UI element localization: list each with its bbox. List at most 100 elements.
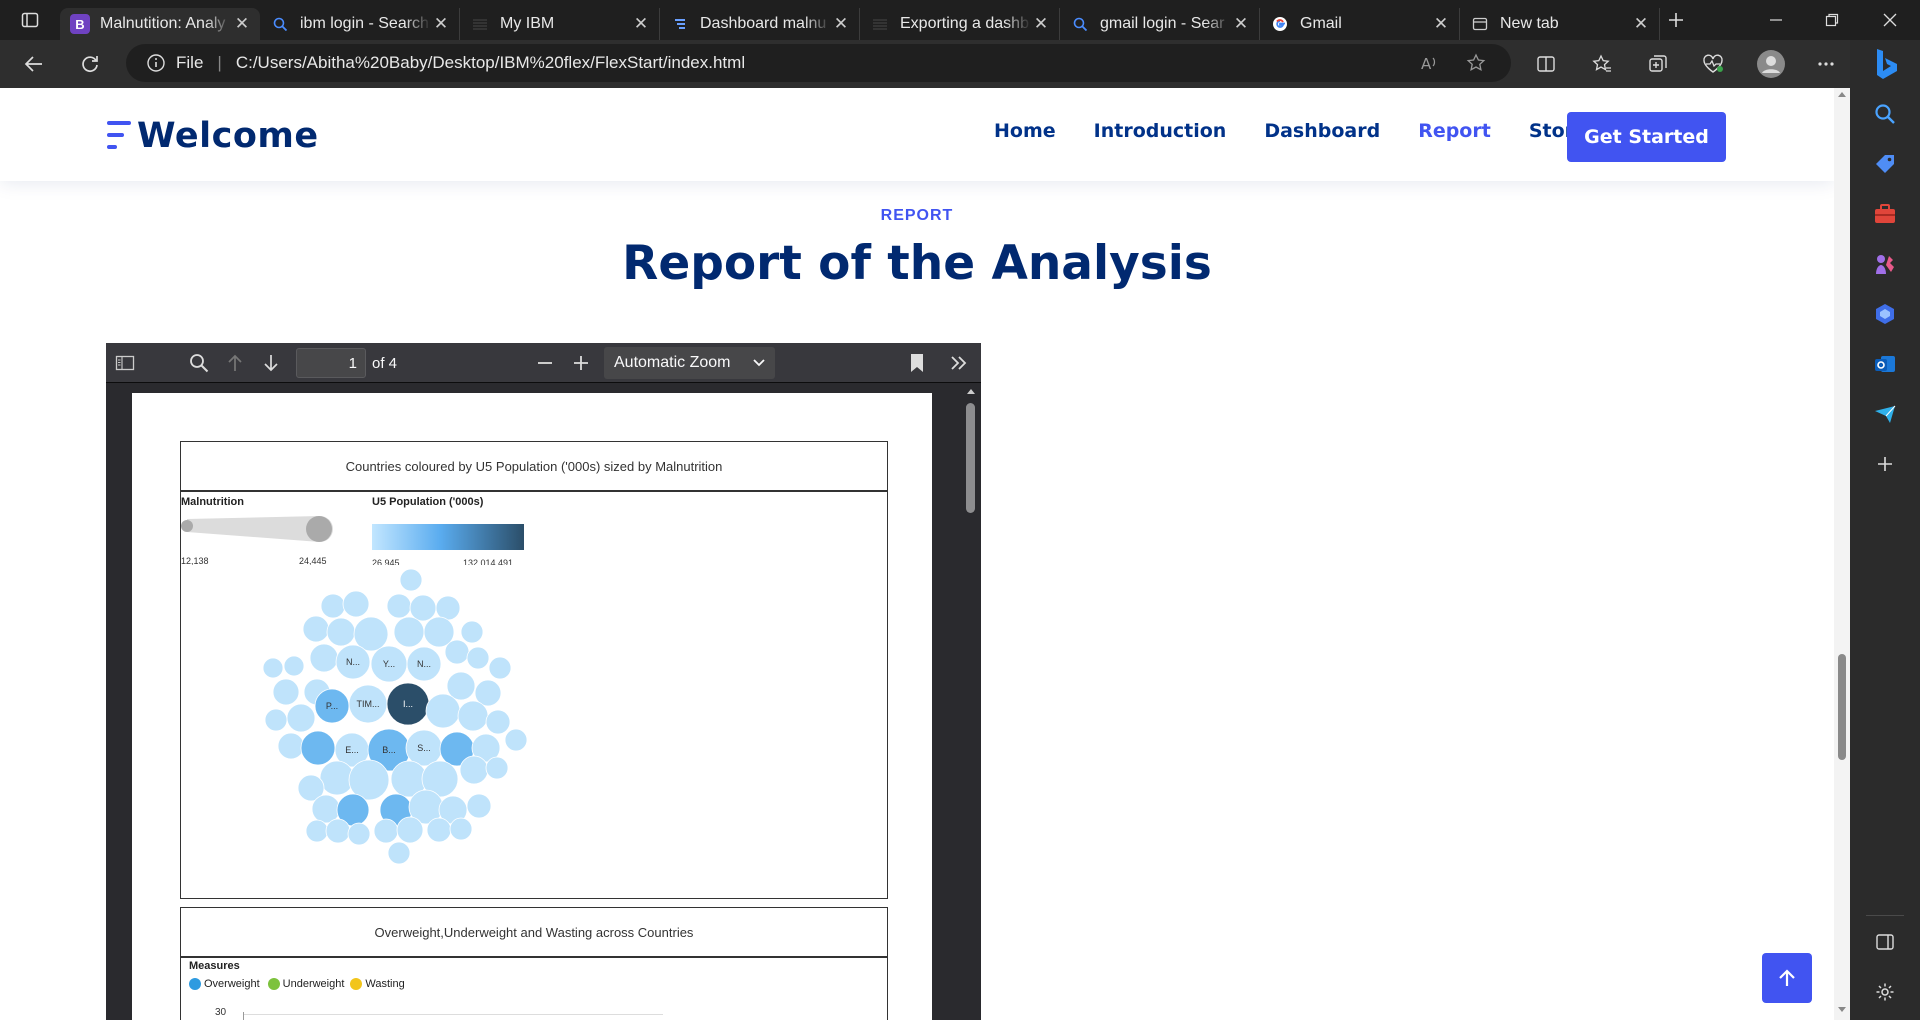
browser-essentials-icon[interactable] <box>1699 50 1727 78</box>
close-tab-icon[interactable]: ✕ <box>831 14 851 34</box>
add-sidebar-app-icon[interactable] <box>1871 450 1899 478</box>
games-icon[interactable] <box>1871 250 1899 278</box>
country-bubble[interactable] <box>485 709 511 735</box>
read-aloud-icon[interactable]: A <box>1416 49 1444 77</box>
country-bubble[interactable] <box>309 643 339 673</box>
close-tab-icon[interactable]: ✕ <box>1231 14 1251 34</box>
zoom-out-icon[interactable] <box>532 350 558 376</box>
close-tab-icon[interactable]: ✕ <box>1631 14 1651 34</box>
browser-tab[interactable]: gmail login - Sear ✕ <box>1060 8 1260 40</box>
collections-icon[interactable] <box>1644 50 1672 78</box>
page-scroll-down-icon[interactable] <box>1837 1006 1847 1014</box>
scroll-up-arrow-icon[interactable] <box>966 387 976 395</box>
country-bubble[interactable] <box>466 793 492 819</box>
site-logo[interactable]: Welcome <box>105 116 319 156</box>
favorites-icon[interactable] <box>1588 50 1616 78</box>
country-bubble[interactable] <box>283 655 305 677</box>
bubble-chart[interactable]: N... Y... N... P... TIM... I... E... B... S... <box>181 566 886 898</box>
country-bubble[interactable] <box>444 639 470 665</box>
country-bubble[interactable] <box>347 822 371 846</box>
nav-report[interactable]: Report <box>1418 120 1491 142</box>
pdf-scrollbar[interactable] <box>962 385 979 1020</box>
nav-introduction[interactable]: Introduction <box>1094 120 1227 142</box>
country-bubble[interactable] <box>342 590 370 618</box>
back-to-top-button[interactable] <box>1762 953 1812 1003</box>
microsoft365-icon[interactable] <box>1871 300 1899 328</box>
country-bubble[interactable] <box>449 817 473 841</box>
country-bubble[interactable] <box>305 819 329 843</box>
page-number-input[interactable]: 1 <box>296 348 366 378</box>
country-bubble[interactable] <box>302 615 330 643</box>
tools-expand-icon[interactable] <box>946 350 972 376</box>
country-bubble[interactable] <box>386 593 412 619</box>
find-search-icon[interactable] <box>186 350 212 376</box>
page-scroll-up-icon[interactable] <box>1837 90 1847 98</box>
browser-tab[interactable]: Gmail ✕ <box>1260 8 1460 40</box>
country-bubble[interactable] <box>425 693 461 729</box>
url-text[interactable]: C:/Users/Abitha%20Baby/Desktop/IBM%20fle… <box>236 53 745 73</box>
country-bubble[interactable] <box>504 728 528 752</box>
next-page-icon[interactable] <box>258 350 284 376</box>
minimize-button[interactable] <box>1762 6 1790 34</box>
hide-sidebar-icon[interactable] <box>1871 928 1899 956</box>
address-box[interactable]: File | C:/Users/Abitha%20Baby/Desktop/IB… <box>126 44 1511 82</box>
tools-briefcase-icon[interactable] <box>1871 200 1899 228</box>
favorite-star-icon[interactable] <box>1462 49 1490 77</box>
country-bubble[interactable] <box>373 818 399 844</box>
browser-tab[interactable]: Exporting a dashb ✕ <box>860 8 1060 40</box>
send-drop-icon[interactable] <box>1871 400 1899 428</box>
close-tab-icon[interactable]: ✕ <box>1431 14 1451 34</box>
country-bubble[interactable] <box>485 756 509 780</box>
refresh-icon[interactable] <box>76 50 104 78</box>
country-bubble[interactable] <box>262 657 284 679</box>
country-bubble[interactable] <box>325 818 351 844</box>
country-bubble[interactable] <box>277 732 305 760</box>
country-bubble[interactable] <box>393 616 425 648</box>
search-icon[interactable] <box>1871 100 1899 128</box>
info-icon[interactable] <box>146 53 166 73</box>
tab-actions-icon[interactable] <box>16 6 44 34</box>
outlook-icon[interactable] <box>1871 350 1899 378</box>
country-bubble[interactable] <box>488 656 512 680</box>
country-bubble[interactable] <box>387 841 411 865</box>
zoom-select[interactable]: Automatic Zoom <box>604 347 775 379</box>
close-window-button[interactable] <box>1876 6 1904 34</box>
bing-copilot-icon[interactable] <box>1869 46 1901 82</box>
page-scrollbar[interactable] <box>1834 88 1850 1020</box>
bookmark-icon[interactable] <box>904 350 930 376</box>
browser-tab[interactable]: New tab ✕ <box>1460 8 1660 40</box>
get-started-button[interactable]: Get Started <box>1567 112 1726 162</box>
new-tab-button[interactable] <box>1662 6 1690 34</box>
country-bubble[interactable] <box>459 755 489 785</box>
country-bubble[interactable] <box>396 816 424 844</box>
sidebar-settings-gear-icon[interactable] <box>1871 978 1899 1006</box>
browser-tab[interactable]: B Malnutition: Analy ✕ <box>60 8 260 40</box>
browser-tab[interactable]: My IBM ✕ <box>460 8 660 40</box>
more-menu-icon[interactable] <box>1812 50 1840 78</box>
country-bubble[interactable] <box>264 708 288 732</box>
country-bubble[interactable] <box>435 595 461 621</box>
browser-tab[interactable]: ibm login - Search ✕ <box>260 8 460 40</box>
country-bubble[interactable] <box>426 817 452 843</box>
pdf-scroll-thumb[interactable] <box>966 403 975 513</box>
close-tab-icon[interactable]: ✕ <box>631 14 651 34</box>
country-bubble[interactable] <box>272 678 300 706</box>
close-tab-icon[interactable]: ✕ <box>1031 14 1051 34</box>
split-screen-icon[interactable] <box>1532 50 1560 78</box>
close-tab-icon[interactable]: ✕ <box>431 14 451 34</box>
zoom-in-icon[interactable] <box>568 350 594 376</box>
country-bubble[interactable] <box>460 620 484 644</box>
country-bubble[interactable] <box>326 617 356 647</box>
browser-tab[interactable]: Dashboard malnu ✕ <box>660 8 860 40</box>
country-bubble[interactable] <box>320 593 346 619</box>
country-bubble[interactable] <box>466 646 490 670</box>
previous-page-icon[interactable] <box>222 350 248 376</box>
restore-button[interactable] <box>1818 6 1846 34</box>
nav-home[interactable]: Home <box>994 120 1056 142</box>
back-icon[interactable] <box>20 50 48 78</box>
country-bubble[interactable] <box>399 568 423 592</box>
country-bubble[interactable] <box>457 700 489 732</box>
country-bubble[interactable] <box>409 594 437 622</box>
page-scroll-thumb[interactable] <box>1838 654 1846 760</box>
close-tab-icon[interactable]: ✕ <box>232 14 252 34</box>
